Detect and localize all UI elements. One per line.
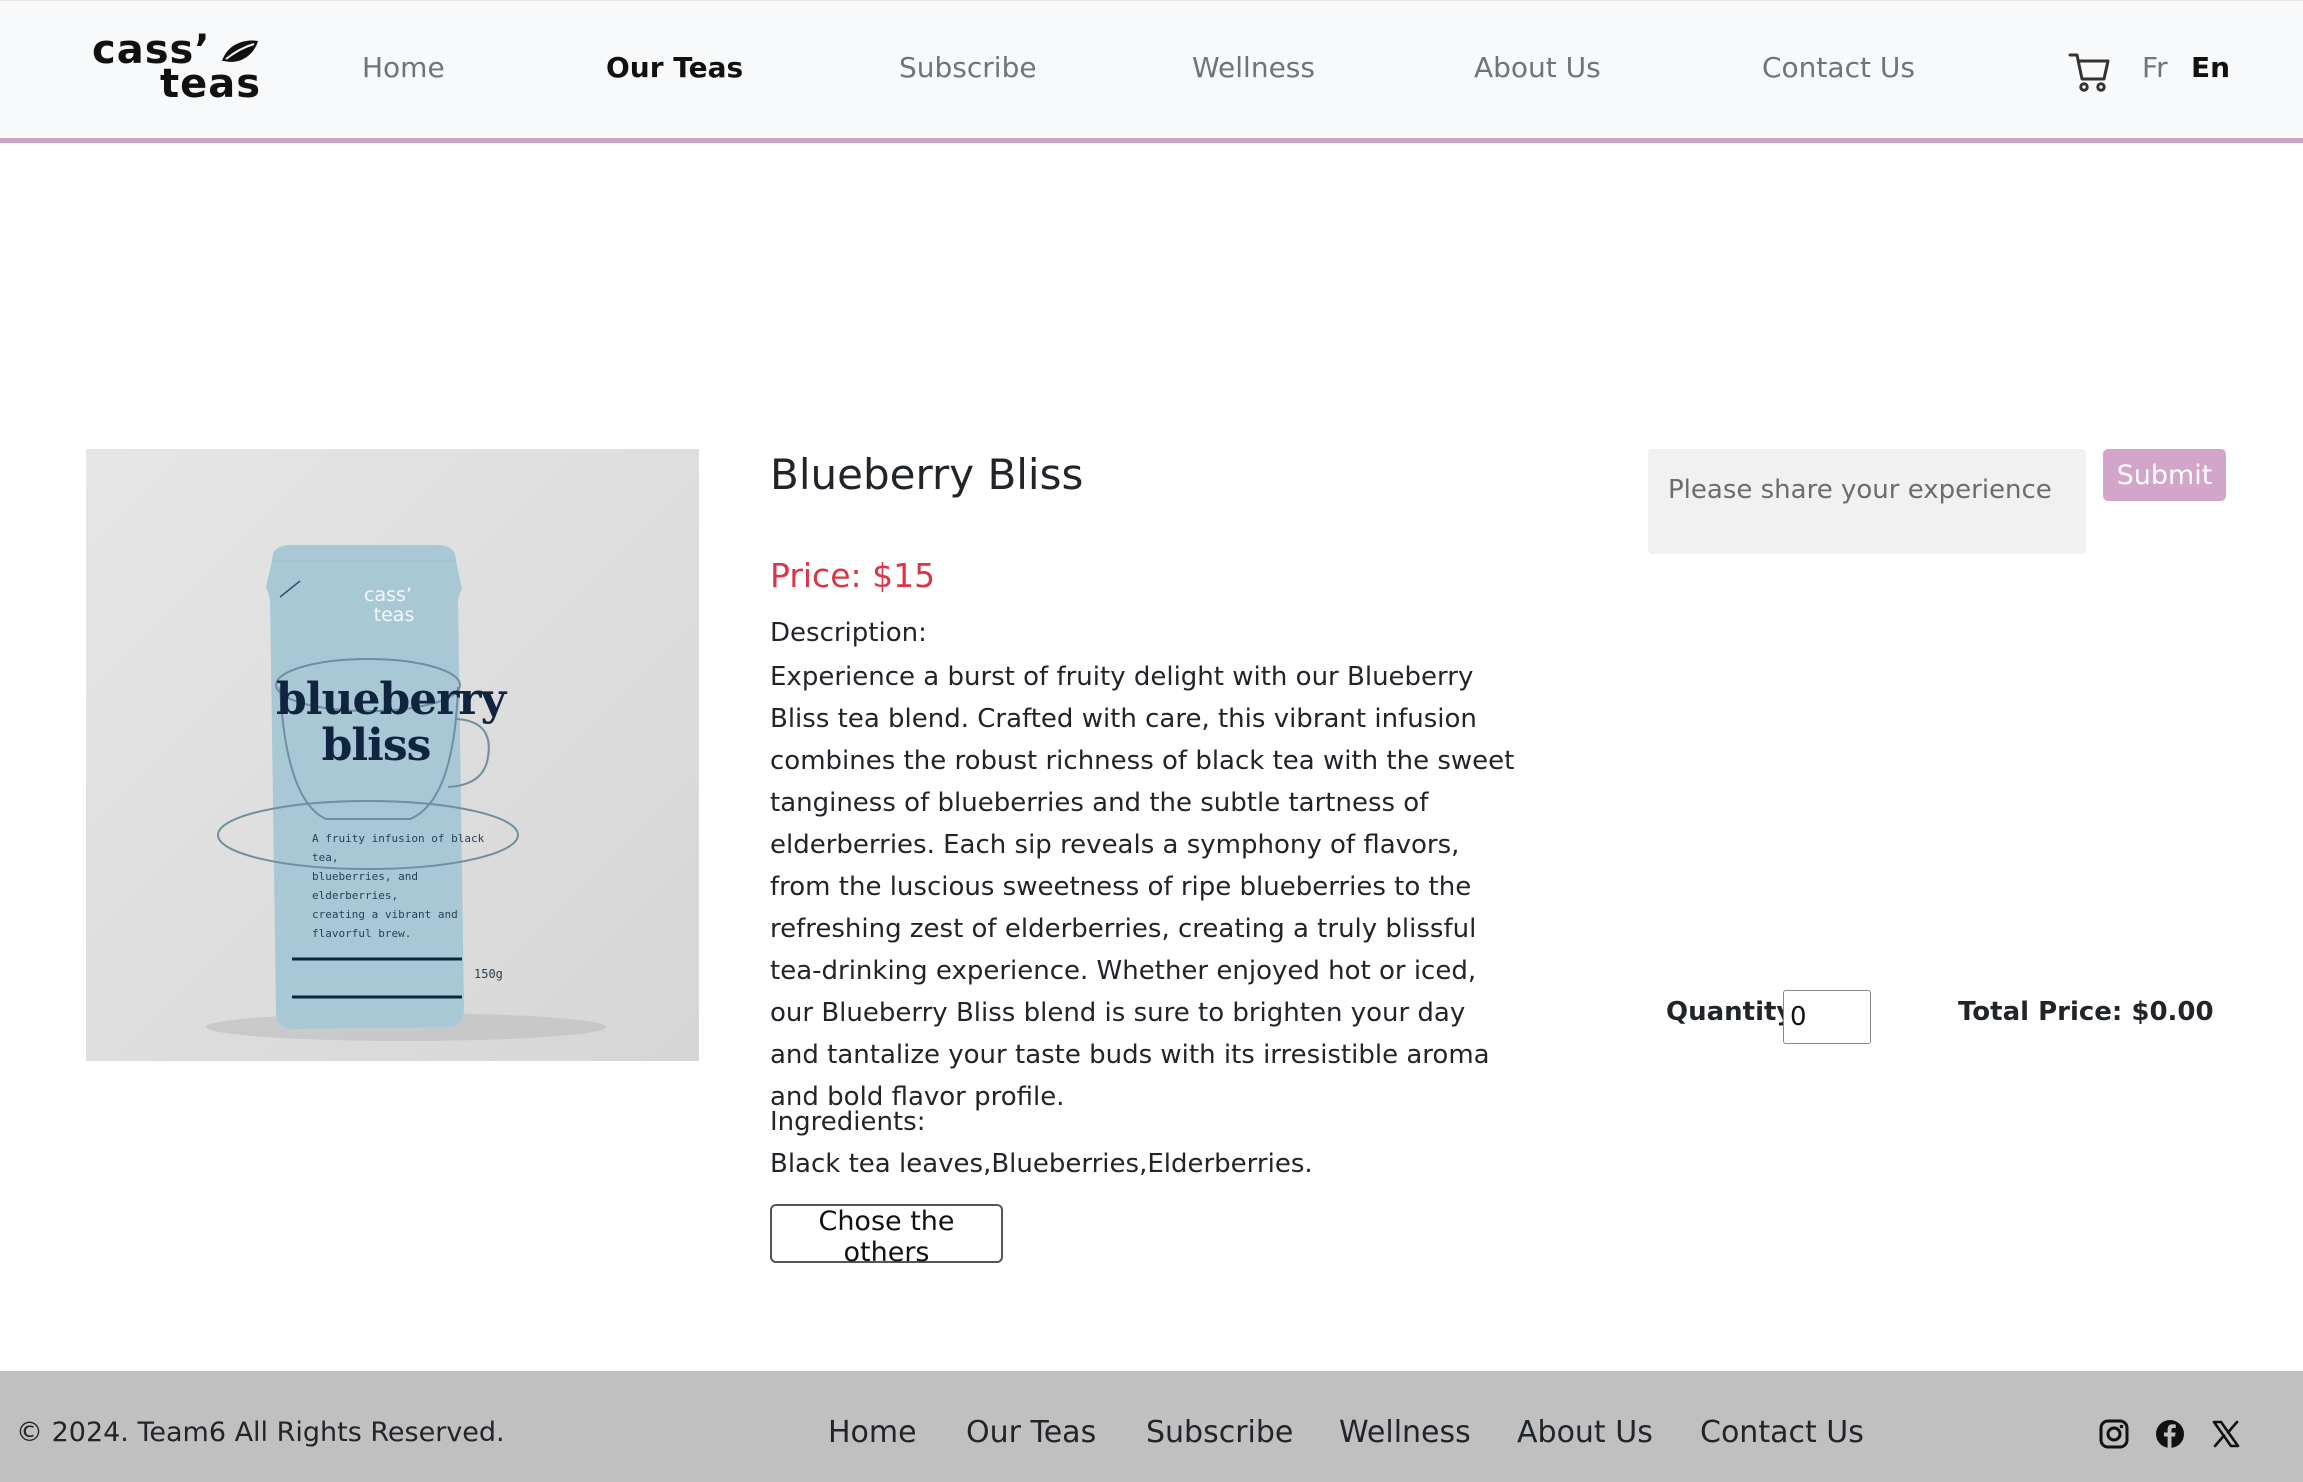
nav-about-us[interactable]: About Us [1474, 51, 1601, 84]
x-icon[interactable] [2210, 1418, 2242, 1450]
footer-nav-our-teas[interactable]: Our Teas [966, 1415, 1096, 1450]
site-header: cass’ teas Home Our Teas Subscribe Welln… [0, 0, 2303, 143]
package-tagline: A fruity infusion of black tea, blueberr… [312, 832, 485, 940]
copyright: © 2024. Team6 All Rights Reserved. [16, 1417, 505, 1448]
facebook-icon[interactable] [2154, 1418, 2186, 1450]
footer-nav-contact-us[interactable]: Contact Us [1700, 1415, 1864, 1450]
logo-line2: teas [160, 61, 262, 107]
footer-nav-about-us[interactable]: About Us [1517, 1415, 1653, 1450]
nav-home[interactable]: Home [362, 51, 445, 84]
chose-others-button[interactable]: Chose the others [770, 1204, 1003, 1268]
description-label: Description: [770, 618, 927, 648]
instagram-icon[interactable] [2098, 1418, 2130, 1450]
nav-contact-us[interactable]: Contact Us [1762, 51, 1915, 84]
total-price: Total Price: $0.00 [1958, 997, 2214, 1027]
product-title: Blueberry Bliss [770, 450, 1084, 499]
logo[interactable]: cass’ teas [92, 30, 272, 109]
lang-en[interactable]: En [2191, 51, 2230, 84]
product-price: Price: $15 [770, 556, 936, 595]
product-ingredients: Black tea leaves,Blueberries,Elderberrie… [770, 1149, 1313, 1179]
ingredients-label: Ingredients: [770, 1107, 926, 1137]
lang-fr[interactable]: Fr [2142, 51, 2168, 84]
footer-nav-wellness[interactable]: Wellness [1339, 1415, 1471, 1450]
nav-wellness[interactable]: Wellness [1192, 51, 1315, 84]
site-footer: © 2024. Team6 All Rights Reserved. Home … [0, 1371, 2303, 1482]
product-image: cass’ teas blueberry bliss A fruity infu… [86, 449, 699, 1061]
product-description: Experience a burst of fruity delight wit… [770, 662, 1515, 1112]
experience-input[interactable] [1648, 449, 2086, 554]
package-name: blueberry bliss [276, 674, 506, 771]
footer-nav-home[interactable]: Home [828, 1415, 917, 1450]
footer-nav-subscribe[interactable]: Subscribe [1146, 1415, 1293, 1450]
package-brand: cass’ teas [364, 584, 415, 626]
submit-button[interactable]: Submit [2103, 449, 2226, 501]
nav-subscribe[interactable]: Subscribe [899, 51, 1037, 84]
nav-our-teas[interactable]: Our Teas [606, 51, 743, 84]
cart-icon[interactable] [2068, 49, 2112, 93]
quantity-input[interactable] [1783, 990, 1871, 1044]
package-weight: 150g [474, 967, 503, 981]
